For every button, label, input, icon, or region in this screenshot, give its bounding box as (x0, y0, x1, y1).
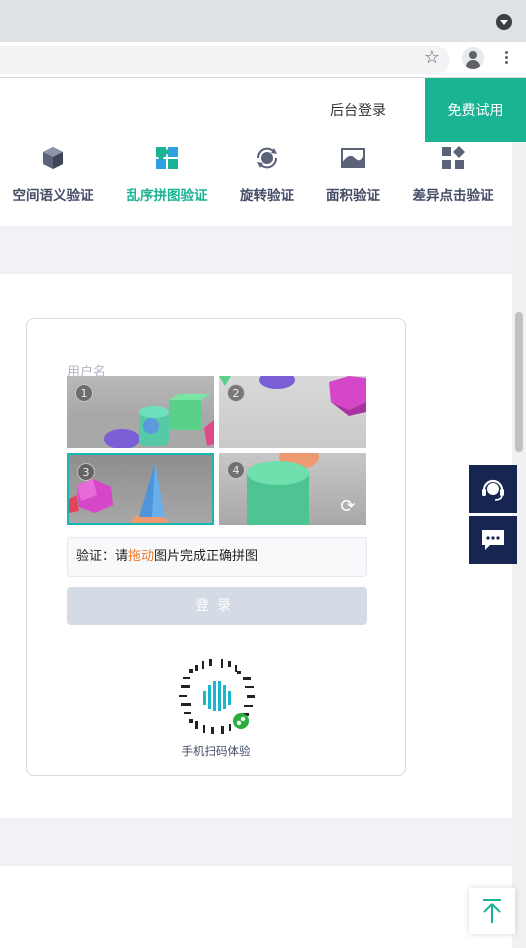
customer-support-button[interactable] (469, 465, 517, 513)
browser-toolbar: ☆ (0, 42, 526, 78)
free-trial-button[interactable]: 免费试用 (425, 78, 526, 142)
back-to-top-button[interactable] (469, 888, 515, 934)
section-divider (0, 226, 512, 274)
nav-item-label: 空间语义验证 (12, 188, 94, 204)
chat-icon (482, 530, 504, 550)
scrollbar-thumb[interactable] (515, 312, 523, 452)
verify-instruction: 验证：请拖动图片完成正确拼图 (67, 537, 367, 577)
puzzle-tile-3[interactable]: 3 (67, 453, 214, 525)
site-header: 后台登录 免费试用 (0, 78, 526, 142)
bookmark-star-icon[interactable]: ☆ (422, 48, 442, 68)
arrow-up-icon (483, 899, 501, 923)
area-icon (341, 148, 365, 168)
rotate-icon (256, 147, 278, 169)
puzzle-tile-4[interactable]: 4 ⟳ (219, 453, 366, 525)
grid-diff-icon (442, 146, 465, 169)
nav-item-shuffled-puzzle[interactable]: 乱序拼图验证 (120, 142, 214, 224)
section-divider (0, 818, 512, 866)
verify-highlight: 拖动 (128, 549, 155, 564)
tile-number: 3 (77, 463, 95, 481)
captcha-demo-card: 用户名 1 2 3 4 ⟳ 验证：请拖动图片完成正确拼图 登录 手机扫码体验 (26, 318, 406, 776)
login-button[interactable]: 登录 (67, 587, 367, 625)
browser-menu-icon[interactable] (500, 49, 512, 69)
verify-prefix: 验证：请 (76, 549, 129, 564)
address-bar[interactable] (0, 46, 450, 74)
tab-search-icon[interactable] (496, 14, 512, 30)
tile-number: 1 (75, 384, 93, 402)
nav-item-label: 面积验证 (326, 188, 380, 204)
cube-icon (43, 147, 63, 169)
admin-login-link[interactable]: 后台登录 (330, 100, 386, 120)
tile-number: 4 (227, 461, 245, 479)
nav-item-label: 旋转验证 (240, 188, 294, 204)
puzzle-tile-2[interactable]: 2 (219, 376, 366, 448)
puzzle-tile-1[interactable]: 1 (67, 376, 214, 448)
headset-icon (482, 479, 504, 501)
message-button[interactable] (469, 516, 517, 564)
nav-item-label: 差异点击验证 (412, 188, 494, 204)
tile-number: 2 (227, 384, 245, 402)
puzzle-icon (156, 147, 178, 169)
puzzle-grid: 1 2 3 4 ⟳ (67, 376, 367, 526)
nav-item-diff-click[interactable]: 差异点击验证 (406, 142, 500, 224)
nav-item-area[interactable]: 面积验证 (320, 142, 386, 224)
qr-caption: 手机扫码体验 (181, 744, 251, 758)
captcha-type-nav: 空间语义验证 乱序拼图验证 旋转验证 面积验证 差异点击验证 (0, 142, 512, 224)
browser-tab-strip (0, 0, 526, 42)
mini-program-qr-icon (175, 655, 259, 739)
refresh-icon[interactable]: ⟳ (338, 497, 358, 517)
profile-avatar-icon[interactable] (462, 47, 484, 69)
verify-suffix: 图片完成正确拼图 (154, 549, 259, 564)
nav-item-label: 乱序拼图验证 (126, 188, 208, 204)
nav-item-spatial-semantic[interactable]: 空间语义验证 (4, 142, 102, 224)
nav-item-rotate[interactable]: 旋转验证 (234, 142, 300, 224)
